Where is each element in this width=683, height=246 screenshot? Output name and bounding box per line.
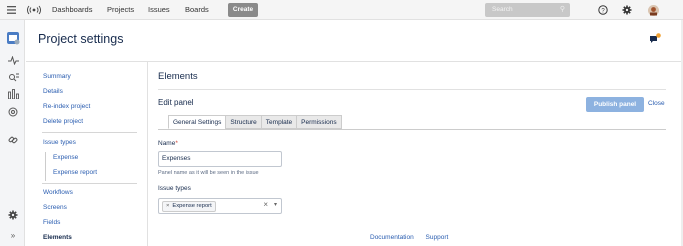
name-field[interactable]: Expenses <box>158 151 282 167</box>
search-icon: ⚲ <box>559 6 565 13</box>
sidebar-divider <box>42 183 137 184</box>
title-divider <box>158 89 666 90</box>
chip-remove-icon[interactable]: × <box>166 203 169 209</box>
project-settings-sidebar: Summary Details Re-index project Delete … <box>26 62 148 246</box>
search-placeholder: Search <box>492 6 513 13</box>
issue-types-select[interactable]: × Expense report × ▾ <box>158 198 282 214</box>
activity-icon[interactable] <box>4 53 22 67</box>
footer-links: Documentation Support <box>370 234 458 241</box>
sidebar-item-expense[interactable]: Expense <box>53 154 78 161</box>
tab-structure[interactable]: Structure <box>225 115 262 129</box>
issue-type-chip: × Expense report <box>162 201 216 212</box>
documentation-link[interactable]: Documentation <box>370 234 414 241</box>
chip-label: Expense report <box>172 203 212 209</box>
nav-dashboards[interactable]: Dashboards <box>52 0 92 20</box>
publish-panel-button[interactable]: Publish panel <box>586 97 644 112</box>
issue-types-label: Issue types <box>158 185 191 192</box>
edit-panel-heading: Edit panel <box>158 98 194 107</box>
components-icon[interactable] <box>4 105 22 119</box>
name-field-label: Name* <box>158 140 178 147</box>
sidebar-item-issue-types[interactable]: Issue types <box>43 139 76 146</box>
main-content: Elements Edit panel Publish panel Close … <box>148 62 683 246</box>
feedback-icon[interactable] <box>649 32 663 46</box>
sidebar-item-screens[interactable]: Screens <box>43 204 67 211</box>
sidebar-item-delete-project[interactable]: Delete project <box>43 118 83 125</box>
section-title: Elements <box>158 71 198 82</box>
expand-sidebar-icon[interactable]: » <box>4 228 22 242</box>
support-link[interactable]: Support <box>426 234 449 241</box>
project-avatar-icon[interactable] <box>4 31 22 45</box>
chevron-down-icon[interactable]: ▾ <box>274 201 277 208</box>
name-label-text: Name <box>158 140 176 147</box>
user-avatar[interactable] <box>646 3 660 17</box>
tabs-divider <box>158 129 666 130</box>
sidebar-item-fields[interactable]: Fields <box>43 219 60 226</box>
link-icon[interactable] <box>4 133 22 147</box>
sidebar-item-reindex[interactable]: Re-index project <box>43 103 90 110</box>
sidebar-item-expense-report[interactable]: Expense report <box>53 169 97 176</box>
left-icon-rail: » <box>0 20 25 246</box>
name-field-help: Panel name as it will be seen in the iss… <box>158 170 259 176</box>
page-header: Project settings <box>26 20 683 62</box>
required-marker: * <box>175 140 178 147</box>
gear-icon[interactable] <box>620 3 634 17</box>
page-title: Project settings <box>38 32 124 46</box>
sidebar-divider <box>42 132 137 133</box>
create-button[interactable]: Create <box>228 3 258 17</box>
tab-template[interactable]: Template <box>260 115 298 129</box>
settings-gear-icon[interactable] <box>4 208 22 222</box>
sidebar-item-workflows[interactable]: Workflows <box>43 189 73 196</box>
sidebar-item-summary[interactable]: Summary <box>43 73 71 80</box>
nav-projects[interactable]: Projects <box>107 0 134 20</box>
tab-general-settings[interactable]: General Settings <box>168 115 227 129</box>
nav-boards[interactable]: Boards <box>185 0 209 20</box>
app-logo-icon[interactable] <box>24 3 44 17</box>
reports-icon[interactable] <box>4 87 22 101</box>
sidebar-item-elements[interactable]: Elements <box>43 234 72 241</box>
menu-icon[interactable] <box>4 3 18 17</box>
issues-list-icon[interactable] <box>4 70 22 84</box>
top-navigation-bar: Dashboards Projects Issues Boards Create… <box>0 0 683 20</box>
sidebar-item-details[interactable]: Details <box>43 88 63 95</box>
clear-selection-icon[interactable]: × <box>263 200 268 209</box>
panel-tabs: General Settings Structure Template Perm… <box>168 115 342 129</box>
nav-issues[interactable]: Issues <box>148 0 170 20</box>
help-icon[interactable]: ? <box>596 3 610 17</box>
search-input[interactable]: Search ⚲ <box>485 3 570 17</box>
tree-guide-line <box>45 152 46 181</box>
close-link[interactable]: Close <box>648 100 665 107</box>
tab-permissions[interactable]: Permissions <box>296 115 342 129</box>
